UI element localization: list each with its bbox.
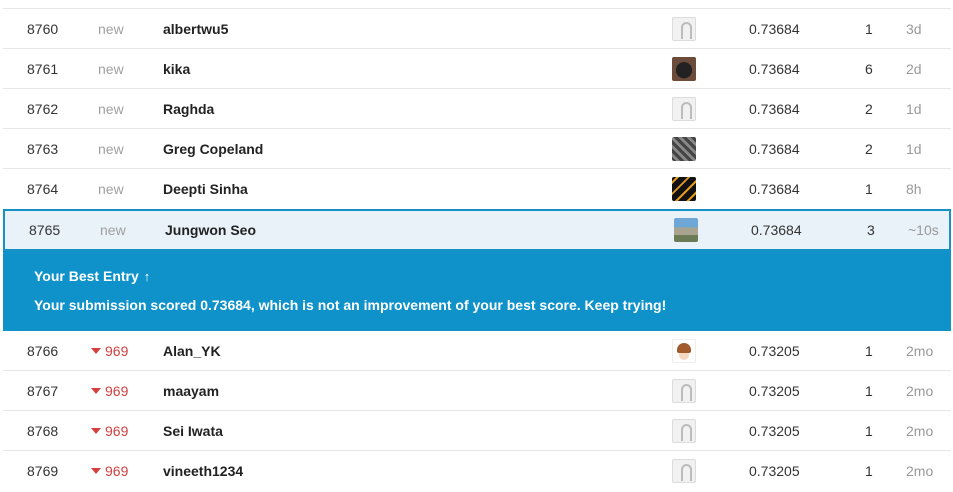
entries: 1: [865, 180, 873, 197]
user-photo-avatar-icon[interactable]: [672, 176, 696, 201]
leaderboard-row[interactable]: 8769 969 vineeth1234 0.73205 1 2mo: [3, 450, 951, 490]
score: 0.73205: [749, 462, 800, 479]
rank-change: new: [98, 20, 124, 37]
user-photo-avatar-icon[interactable]: [672, 56, 696, 81]
user-photo-avatar-icon[interactable]: [672, 136, 696, 161]
entries: 2: [865, 140, 873, 157]
rank: 8760: [27, 20, 59, 37]
team-name[interactable]: Sei Iwata: [163, 411, 223, 450]
team-name[interactable]: albertwu5: [163, 9, 228, 48]
rank-change: new: [98, 140, 124, 157]
banner-title: Your Best Entry ↑: [34, 268, 151, 284]
team-name[interactable]: kika: [163, 49, 190, 88]
last-submission: 2mo: [906, 382, 934, 399]
leaderboard-row[interactable]: 8766 969 Alan_YK 0.73205 1 2mo: [3, 331, 951, 371]
my-entry-row[interactable]: 8765 new Jungwon Seo 0.73684 3 ~10s: [3, 209, 951, 251]
score: 0.73205: [749, 422, 800, 439]
leaderboard-row[interactable]: 8768 969 Sei Iwata 0.73205 1 2mo: [3, 410, 951, 450]
score: 0.73205: [749, 382, 800, 399]
best-entry-banner: Your Best Entry ↑ Your submission scored…: [3, 251, 951, 331]
rank-change: 969: [91, 411, 128, 450]
default-avatar-icon[interactable]: [672, 378, 696, 403]
user-photo-avatar-icon[interactable]: [674, 218, 698, 242]
score: 0.73684: [749, 180, 800, 197]
score: 0.73684: [749, 140, 800, 157]
leaderboard-row[interactable]: 8761 new kika 0.73684 6 2d: [3, 48, 951, 88]
last-submission: 1d: [906, 100, 922, 117]
rank-change: 969: [91, 451, 128, 490]
score: 0.73205: [749, 343, 800, 359]
score: 0.73684: [749, 20, 800, 37]
entries: 6: [865, 60, 873, 77]
rank-change: 969: [91, 331, 128, 371]
team-name[interactable]: maayam: [163, 371, 219, 410]
last-submission: 2mo: [906, 343, 934, 359]
entries: 1: [865, 343, 873, 359]
last-submission: ~10s: [908, 222, 939, 238]
default-avatar-icon[interactable]: [672, 418, 696, 443]
arrow-down-icon: [91, 427, 101, 434]
score: 0.73684: [749, 100, 800, 117]
leaderboard-row[interactable]: 8764 new Deepti Sinha 0.73684 1 8h: [3, 168, 951, 208]
rank-change: new: [98, 180, 124, 197]
score: 0.73684: [751, 222, 802, 238]
team-name[interactable]: Alan_YK: [163, 331, 221, 371]
team-name[interactable]: vineeth1234: [163, 451, 243, 490]
rank-change: new: [98, 100, 124, 117]
rank: 8762: [27, 100, 59, 117]
rank: 8763: [27, 140, 59, 157]
entries: 1: [865, 20, 873, 37]
rank-change: 969: [91, 371, 128, 410]
leaderboard-row[interactable]: 8763 new Greg Copeland 0.73684 2 1d: [3, 128, 951, 168]
leaderboard-row[interactable]: 8767 969 maayam 0.73205 1 2mo: [3, 370, 951, 410]
arrow-up-icon: ↑: [143, 268, 151, 284]
user-avatar-icon[interactable]: [672, 339, 696, 363]
entries: 2: [865, 100, 873, 117]
last-submission: 3d: [906, 20, 922, 37]
score: 0.73684: [749, 60, 800, 77]
last-submission: 1d: [906, 140, 922, 157]
arrow-down-icon: [91, 387, 101, 394]
rank: 8768: [27, 422, 59, 439]
entries: 1: [865, 422, 873, 439]
team-name[interactable]: Raghda: [163, 89, 214, 128]
rank: 8765: [29, 222, 61, 238]
banner-message: Your submission scored 0.73684, which is…: [34, 297, 667, 313]
team-name[interactable]: Deepti Sinha: [163, 169, 248, 208]
rank-change: new: [100, 222, 126, 238]
rank: 8766: [27, 343, 59, 359]
rank: 8761: [27, 60, 59, 77]
default-avatar-icon[interactable]: [672, 458, 696, 483]
entries: 1: [865, 462, 873, 479]
rank-change: new: [98, 60, 124, 77]
team-name[interactable]: Jungwon Seo: [165, 211, 256, 249]
last-submission: 2d: [906, 60, 922, 77]
leaderboard-row[interactable]: 8760 new albertwu5 0.73684 1 3d: [3, 8, 951, 48]
rank: 8764: [27, 180, 59, 197]
rank: 8769: [27, 462, 59, 479]
last-submission: 2mo: [906, 422, 934, 439]
default-avatar-icon[interactable]: [672, 96, 696, 121]
rank: 8767: [27, 382, 59, 399]
team-name[interactable]: Greg Copeland: [163, 129, 263, 168]
last-submission: 2mo: [906, 462, 934, 479]
arrow-down-icon: [91, 348, 101, 354]
default-avatar-icon[interactable]: [672, 16, 696, 41]
arrow-down-icon: [91, 467, 101, 474]
leaderboard-row[interactable]: 8762 new Raghda 0.73684 2 1d: [3, 88, 951, 128]
entries: 3: [867, 222, 875, 238]
entries: 1: [865, 382, 873, 399]
last-submission: 8h: [906, 180, 922, 197]
